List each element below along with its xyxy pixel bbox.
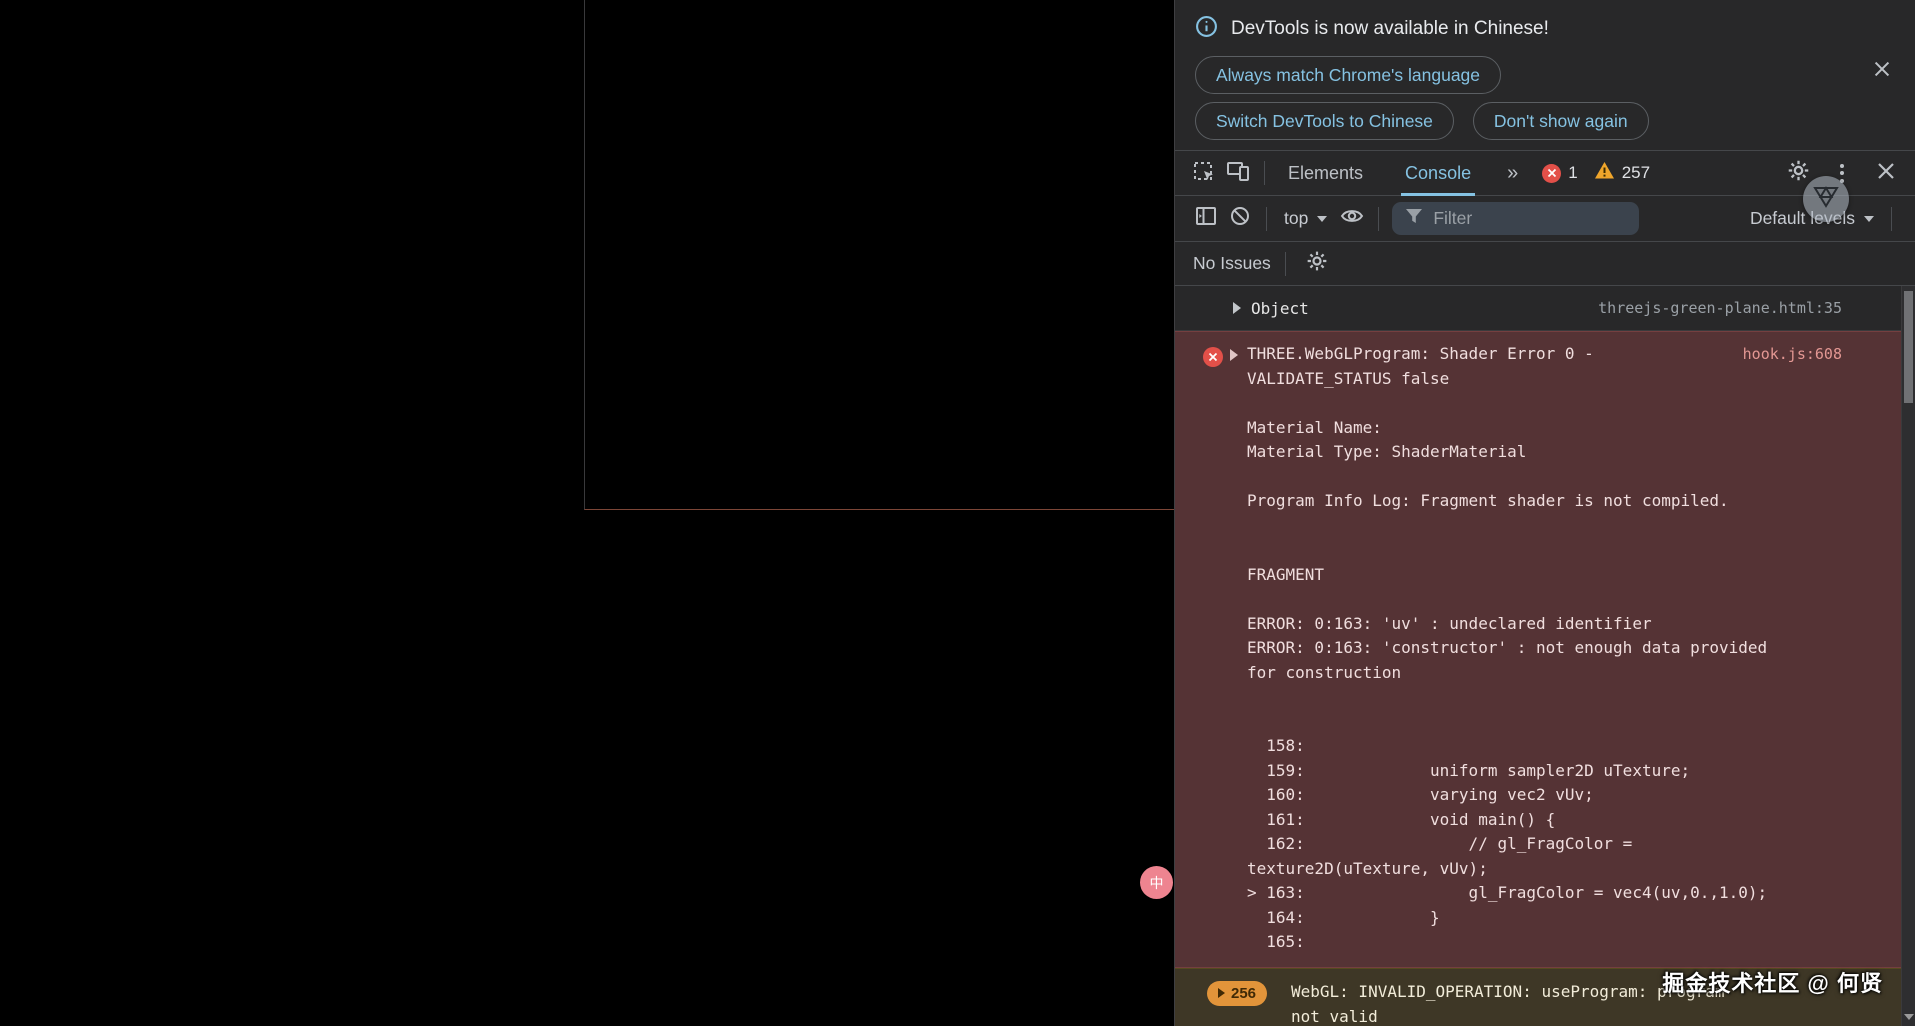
chevron-down-icon [1864, 216, 1874, 222]
tab-elements-label: Elements [1288, 163, 1363, 184]
repeat-count-badge[interactable]: 256 [1207, 981, 1267, 1006]
warning-count: 257 [1622, 163, 1650, 183]
webgl-canvas[interactable] [584, 0, 1175, 510]
no-issues-link[interactable]: No Issues [1193, 253, 1271, 274]
watermark: 掘金技术社区 @ 何贤 [1662, 966, 1883, 998]
console-settings-button[interactable] [1300, 247, 1334, 281]
divider [1891, 207, 1892, 231]
issues-row: No Issues [1175, 242, 1915, 286]
devtools-panel: DevTools is now available in Chinese! Al… [1174, 0, 1915, 1026]
dont-show-again-button[interactable]: Don't show again [1473, 102, 1649, 140]
scrollbar-down-arrow[interactable] [1904, 1012, 1914, 1022]
threejs-logo-icon [1812, 184, 1840, 215]
error-count-badge[interactable]: 1 [1542, 163, 1577, 183]
gear-icon [1306, 250, 1328, 277]
console-log-row: Object threejs-green-plane.html:35 [1175, 286, 1915, 331]
switch-to-chinese-button[interactable]: Switch DevTools to Chinese [1195, 102, 1454, 140]
divider [1285, 252, 1286, 276]
filter-input[interactable] [1433, 208, 1627, 229]
warning-icon [1594, 161, 1615, 185]
shader-error-text: THREE.WebGLProgram: Shader Error 0 - VAL… [1247, 342, 1901, 955]
close-icon [1871, 58, 1893, 85]
divider [1266, 207, 1267, 231]
chevron-down-icon [1317, 216, 1327, 222]
close-icon [1874, 159, 1898, 188]
repeat-count: 256 [1231, 985, 1256, 1002]
tab-console[interactable]: Console [1391, 151, 1485, 196]
filter-icon [1404, 206, 1424, 231]
warning-count-badge[interactable]: 257 [1594, 161, 1650, 185]
console-messages: Object threejs-green-plane.html:35 hook.… [1175, 286, 1915, 1026]
floating-widget[interactable] [1803, 176, 1849, 222]
translate-float-button[interactable]: 中 [1140, 866, 1173, 899]
expand-arrow-icon[interactable] [1233, 302, 1241, 314]
console-sidebar-toggle[interactable] [1189, 202, 1223, 236]
live-expression-button[interactable] [1335, 202, 1369, 236]
inspect-element-button[interactable] [1187, 156, 1221, 190]
kebab-icon [1840, 164, 1844, 183]
close-devtools-button[interactable] [1869, 156, 1903, 190]
error-icon [1203, 347, 1223, 367]
error-count: 1 [1568, 163, 1577, 183]
divider [1378, 207, 1379, 231]
gear-icon [1787, 159, 1810, 187]
console-scrollbar[interactable] [1901, 286, 1915, 1026]
device-toolbar-button[interactable] [1221, 156, 1255, 190]
context-selector[interactable]: top [1276, 208, 1335, 229]
tab-console-label: Console [1405, 163, 1471, 184]
expand-arrow-icon [1218, 988, 1225, 998]
match-language-button[interactable]: Always match Chrome's language [1195, 56, 1501, 94]
source-link[interactable]: threejs-green-plane.html:35 [1598, 299, 1842, 317]
expand-arrow-icon[interactable] [1230, 349, 1238, 361]
infobar-close-button[interactable] [1869, 58, 1895, 84]
context-label: top [1284, 208, 1308, 229]
object-preview[interactable]: Object [1251, 299, 1309, 318]
info-icon [1195, 15, 1218, 44]
translate-icon: 中 [1150, 873, 1164, 893]
console-error-row: hook.js:608 THREE.WebGLProgram: Shader E… [1175, 331, 1915, 968]
inspect-icon [1191, 158, 1217, 189]
console-filter [1392, 202, 1639, 235]
sidebar-icon [1194, 204, 1218, 233]
error-icon [1542, 164, 1561, 183]
tab-elements[interactable]: Elements [1274, 151, 1377, 196]
clear-icon [1228, 204, 1252, 233]
source-link[interactable]: hook.js:608 [1743, 345, 1842, 363]
more-tabs-button[interactable]: » [1499, 162, 1526, 185]
language-infobar: DevTools is now available in Chinese! Al… [1175, 0, 1915, 151]
eye-icon [1339, 204, 1365, 233]
device-toolbar-icon [1225, 158, 1251, 189]
divider [1264, 161, 1265, 185]
infobar-title: DevTools is now available in Chinese! [1231, 18, 1549, 40]
clear-console-button[interactable] [1223, 202, 1257, 236]
scrollbar-thumb[interactable] [1904, 291, 1913, 403]
